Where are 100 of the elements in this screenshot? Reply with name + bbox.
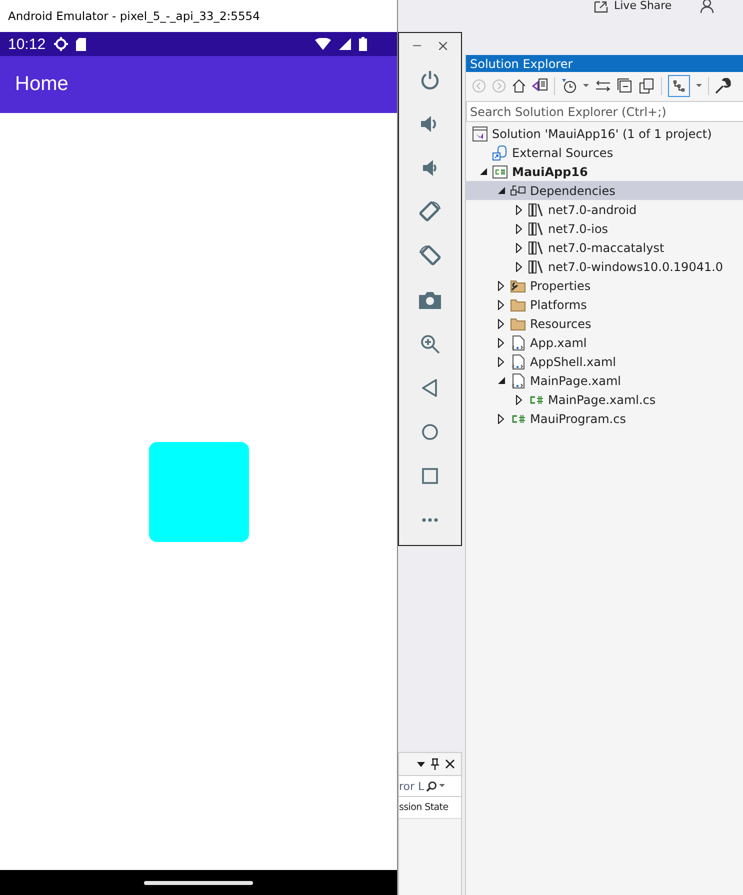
folder-icon [510, 296, 526, 312]
sd-card-icon [76, 38, 86, 50]
item-label: Properties [530, 278, 591, 292]
status-time: 10:12 [8, 36, 46, 52]
minimize-icon[interactable] [413, 44, 421, 46]
item-label: MainPage.xaml [530, 374, 621, 388]
tree-item[interactable]: Platforms [466, 295, 743, 314]
tree-item[interactable]: Properties [466, 276, 743, 295]
xaml-file-icon [510, 334, 526, 350]
item-label: net7.0-android [548, 202, 637, 216]
properties-folder-icon [510, 278, 526, 294]
home-icon[interactable] [512, 79, 526, 93]
tree-item[interactable]: Resources [466, 314, 743, 333]
collapsed-arrow-icon[interactable] [516, 204, 522, 214]
zoom-in-icon[interactable] [420, 334, 440, 354]
tree-item[interactable]: AppShell.xaml [466, 352, 743, 371]
back-icon[interactable] [422, 379, 438, 397]
collapsed-arrow-icon[interactable] [498, 338, 504, 348]
item-label: net7.0-maccatalyst [548, 240, 664, 254]
collapsed-arrow-icon[interactable] [498, 318, 504, 328]
copy-icon[interactable] [639, 78, 655, 94]
camera-icon[interactable] [419, 291, 441, 309]
item-label: Dependencies [530, 184, 616, 198]
tree-item[interactable]: MauiApp16 [466, 162, 743, 181]
wrench-icon[interactable] [715, 78, 731, 94]
collapsed-arrow-icon[interactable] [516, 242, 522, 252]
column-header[interactable]: ssion State [399, 797, 461, 819]
search-icon [426, 780, 438, 792]
library-icon [528, 258, 544, 274]
signal-icon [339, 38, 351, 50]
folder-icon [510, 316, 526, 332]
overview-icon[interactable] [422, 468, 438, 484]
wifi-icon [315, 38, 331, 50]
collapsed-arrow-icon[interactable] [498, 280, 504, 290]
item-label: External Sources [512, 146, 614, 160]
tree-item[interactable]: net7.0-ios [466, 219, 743, 238]
library-icon [528, 240, 544, 256]
xaml-file-icon [510, 372, 526, 388]
search-placeholder: ror L [399, 780, 424, 792]
item-label: App.xaml [530, 336, 587, 350]
battery-icon [359, 37, 367, 51]
tree-item[interactable]: net7.0-windows10.0.19041.0 [466, 257, 743, 276]
more-icon[interactable] [422, 518, 438, 522]
live-share-button[interactable]: Live Share [614, 0, 672, 12]
library-icon [528, 220, 544, 236]
item-label: AppShell.xaml [530, 354, 616, 368]
item-label: MauiProgram.cs [530, 412, 626, 426]
rotate-right-icon[interactable] [418, 244, 442, 268]
tree-view-button[interactable] [668, 75, 690, 97]
collapsed-arrow-icon[interactable] [516, 262, 522, 272]
collapsed-arrow-icon[interactable] [498, 300, 504, 310]
history-icon[interactable] [561, 78, 577, 94]
tree-item[interactable]: MainPage.xaml [466, 371, 743, 390]
caret-icon[interactable] [417, 762, 425, 766]
solution-icon [472, 126, 488, 142]
item-label: net7.0-windows10.0.19041.0 [548, 260, 724, 274]
collapsed-arrow-icon[interactable] [498, 356, 504, 366]
search-field[interactable]: Search Solution Explorer (Ctrl+;) [466, 101, 743, 122]
rotate-left-icon[interactable] [418, 200, 442, 224]
live-share-icon [594, 0, 608, 13]
library-icon [528, 202, 544, 218]
search-field[interactable]: ror L [399, 775, 461, 797]
external-sources-icon [492, 144, 508, 160]
tree-view-icon [672, 79, 686, 93]
collapsed-arrow-icon[interactable] [516, 224, 522, 234]
xaml-file-icon [510, 354, 526, 370]
item-label: Platforms [530, 298, 587, 312]
volume-down-icon[interactable] [422, 159, 438, 177]
tree-item[interactable]: External Sources [466, 143, 743, 162]
collapsed-arrow-icon[interactable] [516, 394, 522, 404]
tree-item[interactable]: MainPage.xaml.cs [466, 390, 743, 409]
item-label: net7.0-ios [548, 222, 608, 236]
person-icon[interactable] [700, 0, 716, 14]
tree-item[interactable]: App.xaml [466, 333, 743, 352]
dependencies-icon [510, 182, 526, 198]
csharp-project-icon [492, 164, 508, 180]
expanded-arrow-icon[interactable] [480, 168, 486, 175]
item-label: MauiApp16 [512, 164, 588, 178]
sync-icon[interactable] [595, 80, 611, 92]
tree-item[interactable]: Solution 'MauiApp16' (1 of 1 project) [466, 124, 743, 143]
collapse-icon[interactable] [617, 78, 633, 94]
switch-views-icon[interactable] [532, 78, 548, 94]
tree-item[interactable]: net7.0-android [466, 200, 743, 219]
tree-item[interactable]: net7.0-maccatalyst [466, 238, 743, 257]
collapsed-arrow-icon[interactable] [498, 414, 504, 424]
pin-icon[interactable] [431, 758, 439, 770]
item-label: Solution 'MauiApp16' (1 of 1 project) [492, 126, 712, 140]
close-icon[interactable] [445, 759, 455, 769]
tree-item[interactable]: MauiProgram.cs [466, 409, 743, 428]
close-icon[interactable] [439, 42, 447, 50]
power-icon[interactable] [420, 70, 440, 90]
item-label: Resources [530, 316, 592, 330]
expanded-arrow-icon[interactable] [498, 377, 504, 384]
home-handle[interactable] [144, 880, 253, 884]
expanded-arrow-icon[interactable] [498, 187, 504, 194]
tree-item[interactable]: Dependencies [466, 181, 743, 200]
window-title: Android Emulator - pixel_5_-_api_33_2:5554 [8, 9, 260, 23]
item-label: MainPage.xaml.cs [548, 392, 656, 406]
page-title: Home [15, 73, 68, 96]
panel-title: Solution Explorer [470, 56, 573, 70]
